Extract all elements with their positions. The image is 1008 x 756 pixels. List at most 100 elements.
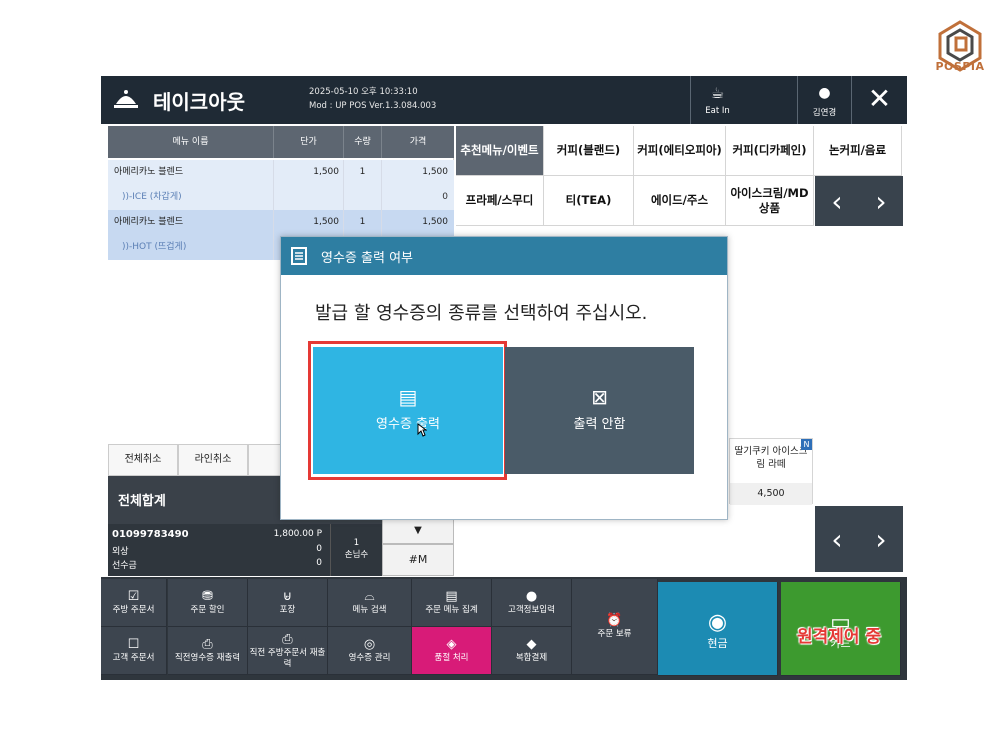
discount-label: 주문 할인 [190, 605, 225, 615]
item-name: 아메리카노 블렌드 [108, 210, 274, 235]
combined-pay-button[interactable]: ◆ 복합결제 [492, 627, 572, 675]
tab-coffee-blend[interactable]: 커피(블랜드) [544, 126, 634, 176]
guests-count[interactable]: 1 손님수 [330, 524, 382, 576]
menu-search-button[interactable]: ⌓ 메뉴 검색 [328, 579, 412, 627]
customer-info-button[interactable]: ● 고객정보입력 [492, 579, 572, 627]
prepaid-label: 선수금 [112, 561, 137, 571]
remote-control-overlay: 원격제어 중 [797, 627, 882, 647]
reprint-receipt-label: 직전영수증 재출력 [174, 653, 241, 663]
tab-recommended[interactable]: 추천메뉴/이벤트 [456, 126, 544, 176]
kitchen-order-button[interactable]: ☑ 주방 주문서 [101, 579, 167, 627]
tab-frappe[interactable]: 프라페/스무디 [456, 176, 544, 226]
receipt-icon [291, 247, 307, 265]
brand-name: POSPIA [935, 60, 985, 73]
hold-order-label: 주문 보류 [597, 629, 632, 639]
order-grid-header: 메뉴 이름 단가 수량 가격 [108, 126, 454, 158]
soldout-button[interactable]: ◈ 품절 처리 [412, 627, 492, 675]
version: Mod : UP POS Ver.1.3.084.003 [309, 101, 437, 111]
receipt-dialog: 영수증 출력 여부 발급 할 영수증의 종류를 선택하여 주십시오. ▤ 영수증… [280, 236, 728, 520]
order-row[interactable]: 아메리카노 블렌드 1,500 1 1,500 [108, 160, 454, 185]
tag-icon: ◈ [446, 637, 457, 652]
dining-icon: ☕ [710, 84, 725, 102]
cloche-icon [114, 90, 138, 108]
eat-in-button[interactable]: ☕ Eat In [690, 76, 744, 124]
chevron-left-icon: ‹ [831, 522, 843, 556]
item-name: 아메리카노 블렌드 [108, 160, 274, 185]
category-prev-button[interactable]: ‹ [815, 176, 859, 226]
product-prev-button[interactable]: ‹ [815, 506, 859, 572]
customer-order-label: 고객 주문서 [112, 653, 155, 663]
tab-ade[interactable]: 에이드/주스 [634, 176, 726, 226]
tab-tea[interactable]: 티(TEA) [544, 176, 634, 226]
soldout-label: 품절 처리 [434, 653, 469, 663]
order-option-row[interactable]: ))-ICE (차갑게) 0 [108, 185, 454, 210]
chevron-right-icon: › [875, 522, 887, 556]
category-next-button[interactable]: › [859, 176, 903, 226]
datetime: 2025-05-10 오후 10:33:10 [309, 87, 418, 97]
user-button[interactable]: ● 김연경 [797, 76, 851, 124]
menu-total-button[interactable]: ▤ 주문 메뉴 집계 [412, 579, 492, 627]
scroll-down-button[interactable]: ▼ [382, 516, 454, 544]
receipt-manage-label: 영수증 관리 [348, 653, 391, 663]
mouse-cursor-icon [417, 423, 427, 437]
tab-coffee-ethiopia[interactable]: 커피(에티오피아) [634, 126, 726, 176]
order-row[interactable]: 아메리카노 블렌드 1,500 1 1,500 [108, 210, 454, 235]
item-total: 1,500 [422, 217, 448, 227]
chevron-right-icon: › [875, 184, 887, 218]
dialog-header: 영수증 출력 여부 [281, 237, 727, 275]
reprint-receipt-button[interactable]: ⎙ 직전영수증 재출력 [168, 627, 248, 675]
kitchen-order-label: 주방 주문서 [112, 605, 155, 615]
customer-phone: 01099783490 [112, 529, 189, 540]
discount-button[interactable]: ⛃ 주문 할인 [168, 579, 248, 627]
option-name: ))-HOT (뜨겁게) [108, 235, 274, 260]
cancel-all-button[interactable]: 전체취소 [108, 444, 178, 476]
no-print-button[interactable]: ⊠ 출력 안함 [505, 347, 694, 474]
product-card[interactable]: 딸기쿠키 아이스크림 라떼 4,500 N [729, 438, 813, 505]
option-qty [344, 185, 382, 210]
top-bar: 테이크아웃 2025-05-10 오후 10:33:10 Mod : UP PO… [101, 76, 907, 124]
alarm-clock-icon: ⏰ [606, 613, 623, 628]
customer-panel: 01099783490 1,800.00 P 외상 0 선수금 0 [108, 524, 330, 576]
print-receipt-button[interactable]: ▤ 영수증 출력 [313, 347, 503, 474]
customer-info-label: 고객정보입력 [508, 605, 555, 615]
receipt-icon: ◎ [363, 637, 376, 652]
hold-order-button[interactable]: ⏰ 주문 보류 [572, 579, 658, 675]
item-unit-price: 1,500 [274, 160, 344, 185]
cancel-line-button[interactable]: 라인취소 [178, 444, 248, 476]
page-title: 테이크아웃 [153, 90, 245, 114]
cash-button[interactable]: ◉ 현금 [658, 582, 778, 676]
customer-order-button[interactable]: ☐ 고객 주문서 [101, 627, 167, 675]
reprint-kitchen-button[interactable]: ⎙ 직전 주방주문서 재출력 [248, 627, 328, 675]
receipt-manage-button[interactable]: ◎ 영수증 관리 [328, 627, 412, 675]
triangle-down-icon: ▼ [414, 525, 422, 536]
col-menu-name: 메뉴 이름 [108, 126, 274, 158]
combined-pay-label: 복합결제 [515, 653, 548, 663]
product-price: 4,500 [730, 483, 812, 505]
guests-value: 1 [353, 538, 360, 548]
prepaid-value: 0 [316, 558, 322, 568]
search-icon: ⌓ [364, 589, 375, 604]
cash-label: 현금 [707, 637, 728, 650]
item-total: 1,500 [422, 167, 448, 177]
tab-noncoffee[interactable]: 논커피/음료 [814, 126, 902, 176]
eat-in-label: Eat In [705, 106, 730, 116]
guests-label: 손님수 [344, 550, 369, 560]
checkbox-empty-icon: ☐ [127, 637, 140, 652]
item-qty: 1 [344, 210, 382, 235]
item-qty: 1 [344, 160, 382, 185]
hash-m-button[interactable]: #M [382, 544, 454, 576]
dialog-question: 발급 할 영수증의 종류를 선택하여 주십시오. [315, 303, 648, 324]
credit-value: 0 [316, 544, 322, 554]
chat-icon: ◆ [526, 637, 537, 652]
credit-label: 외상 [112, 547, 129, 557]
tab-coffee-decaf[interactable]: 커피(디카페인) [726, 126, 814, 176]
no-print-label: 출력 안함 [573, 417, 626, 432]
product-name: 딸기쿠키 아이스크림 라떼 [734, 446, 808, 470]
total-label: 전체합계 [118, 494, 166, 509]
coins-icon: ⛃ [202, 589, 213, 604]
product-next-button[interactable]: › [859, 506, 903, 572]
tab-icecream[interactable]: 아이스크림/MD 상품 [726, 176, 814, 226]
close-button[interactable]: ✕ [851, 76, 907, 124]
packaging-label: 포장 [279, 605, 296, 615]
packaging-button[interactable]: ⊌ 포장 [248, 579, 328, 627]
